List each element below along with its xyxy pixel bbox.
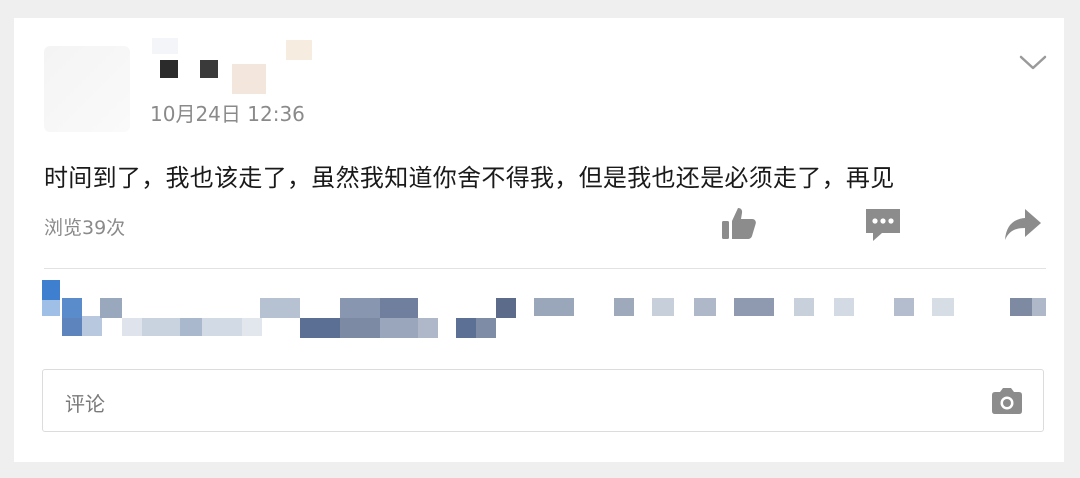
thumbs-up-icon <box>722 208 756 239</box>
like-button[interactable] <box>718 204 760 246</box>
view-count: 浏览39次 <box>44 217 126 239</box>
divider <box>44 268 1046 269</box>
username-blurred[interactable] <box>152 38 374 98</box>
avatar[interactable] <box>44 46 130 132</box>
comment-input[interactable]: 评论 <box>42 369 1044 432</box>
comment-button[interactable] <box>862 204 904 246</box>
post-card: 10月24日 12:36 时间到了，我也该走了，虽然我知道你舍不得我，但是我也还… <box>14 18 1064 462</box>
camera-icon <box>992 388 1022 414</box>
post-timestamp: 10月24日 12:36 <box>150 102 305 126</box>
share-arrow-icon <box>1005 209 1041 240</box>
comment-placeholder: 评论 <box>65 392 105 416</box>
chevron-down-icon[interactable] <box>1016 48 1050 78</box>
post-text: 时间到了，我也该走了，虽然我知道你舍不得我，但是我也还是必须走了，再见 <box>44 164 895 192</box>
camera-button[interactable] <box>989 386 1025 416</box>
comment-bubble-icon <box>866 209 900 241</box>
share-button[interactable] <box>1002 204 1044 246</box>
blurred-content-strip <box>42 276 1052 356</box>
